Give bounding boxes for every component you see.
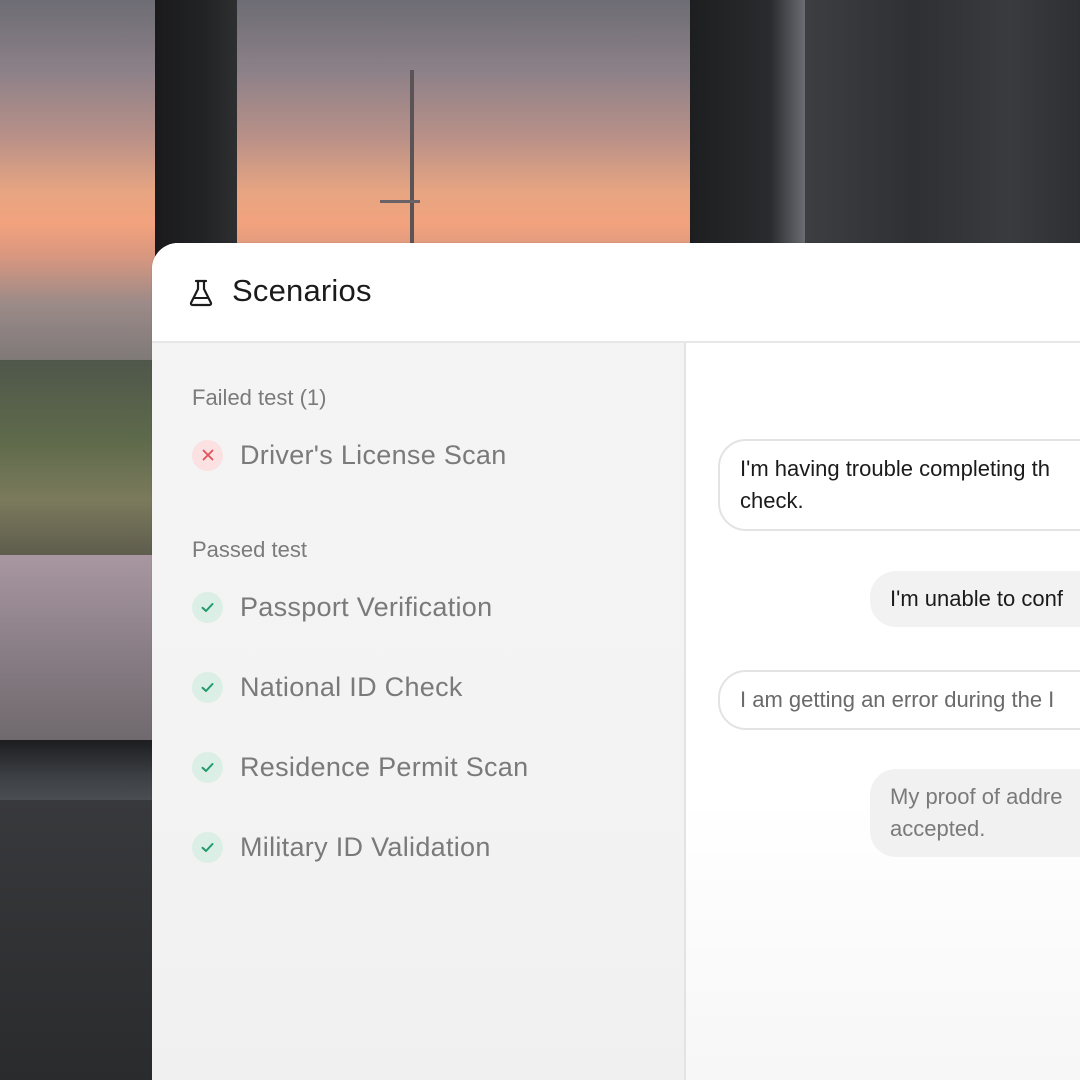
passed-status-badge: [192, 751, 223, 783]
scenario-label: National ID Check: [240, 671, 463, 702]
scenario-item-drivers-license[interactable]: Driver's License Scan: [192, 435, 507, 475]
scenario-item-residence-permit[interactable]: Residence Permit Scan: [192, 747, 528, 787]
check-icon: [201, 842, 214, 852]
check-icon: [201, 762, 214, 772]
background-wall-right: [805, 0, 1080, 260]
message-line: I am getting an error during the I: [740, 687, 1055, 712]
scenarios-window: Scenarios Failed test (1) Driver's Licen…: [152, 243, 1080, 1080]
background-mast-arm: [380, 200, 420, 203]
page-title: Scenarios: [232, 273, 372, 308]
x-icon: [202, 449, 213, 461]
chat-panel: I'm having trouble completing th check. …: [686, 343, 1080, 1080]
check-icon: [201, 602, 214, 612]
background-water: [0, 555, 160, 745]
chat-message-outgoing: I am getting an error during the I: [718, 670, 1080, 730]
scenario-label: Driver's License Scan: [240, 439, 507, 470]
window-header: Scenarios: [152, 243, 1080, 343]
background-window-frame-right: [690, 0, 805, 260]
scene: Scenarios Failed test (1) Driver's Licen…: [0, 0, 1080, 1080]
scenario-item-military-id[interactable]: Military ID Validation: [192, 827, 491, 867]
passed-tests-heading: Passed test: [192, 537, 307, 562]
failed-tests-heading: Failed test (1): [192, 385, 327, 410]
message-line: accepted.: [890, 816, 986, 841]
scenario-label: Residence Permit Scan: [240, 751, 529, 782]
message-line: I'm unable to conf: [890, 586, 1063, 611]
passed-status-badge: [192, 671, 223, 703]
background-window-sill: [0, 740, 160, 800]
failed-status-badge: [192, 439, 223, 471]
scenario-sidebar: Failed test (1) Driver's License Scan Pa…: [152, 343, 686, 1080]
message-line: My proof of addre: [890, 784, 1063, 809]
background-wall: [0, 800, 160, 1080]
message-line: I'm having trouble completing th: [740, 456, 1050, 481]
background-window-frame-left: [155, 0, 237, 260]
check-icon: [201, 682, 214, 692]
scenario-item-passport[interactable]: Passport Verification: [192, 587, 492, 627]
chat-message-outgoing: I'm having trouble completing th check.: [718, 439, 1080, 531]
scenario-label: Military ID Validation: [240, 831, 491, 862]
passed-status-badge: [192, 831, 223, 863]
scenario-label: Passport Verification: [240, 591, 493, 622]
passed-status-badge: [192, 591, 223, 623]
scenario-item-national-id[interactable]: National ID Check: [192, 667, 463, 707]
background-mast: [410, 70, 414, 250]
flask-icon: [188, 279, 214, 307]
message-line: check.: [740, 488, 804, 513]
chat-message-incoming: My proof of addre accepted.: [870, 769, 1080, 857]
background-land: [0, 360, 160, 560]
chat-message-incoming: I'm unable to conf: [870, 571, 1080, 627]
